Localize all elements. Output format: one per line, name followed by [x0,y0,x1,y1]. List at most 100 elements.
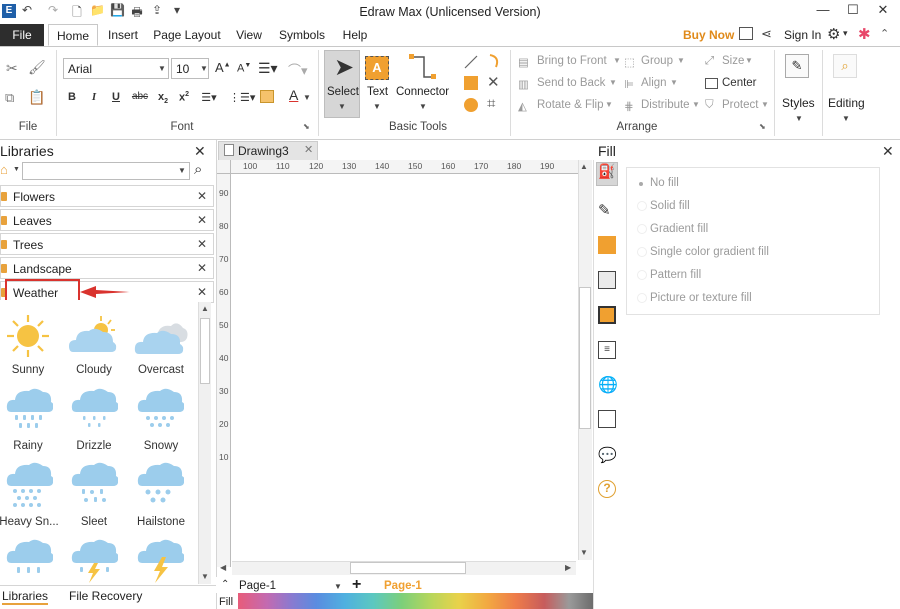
underline-icon[interactable]: U [108,91,124,103]
bring-to-front-icon[interactable]: ▤ [518,55,529,69]
image-icon[interactable] [598,271,616,289]
connector-dropdown-icon[interactable]: ▼ [419,102,427,111]
document-tab-close-icon[interactable]: ✕ [304,143,313,156]
library-scroll-thumb[interactable] [200,318,210,384]
font-color-icon[interactable]: A [289,87,298,103]
align-dropdown-icon[interactable]: ▼ [670,78,678,87]
library-category-flowers[interactable]: Flowers ✕ [0,185,214,207]
rainy-icon[interactable] [5,386,53,434]
libraries-home-dropdown-icon[interactable]: ▼ [13,166,20,173]
shadow-icon[interactable] [598,236,616,254]
share-icon[interactable]: ⋖ [761,26,772,42]
tab-page-layout[interactable]: Page Layout [151,24,223,46]
gradient-fill-radio[interactable] [637,224,647,234]
line-tool-icon[interactable] [463,54,479,70]
delete-point-icon[interactable]: ✕ [487,73,500,91]
tab-insert[interactable]: Insert [101,24,145,46]
ellipse-tool-icon[interactable] [464,98,478,112]
minimize-button[interactable]: — [808,2,838,20]
close-category-icon[interactable]: ✕ [197,285,207,299]
lightning-icon[interactable] [136,537,184,583]
settings-dropdown-icon[interactable]: ▾ [843,28,848,39]
size-icon[interactable]: ⤢ [705,55,714,68]
send-to-back-icon[interactable]: ▥ [518,77,529,91]
fill-option-picture-texture[interactable]: Picture or texture fill [650,292,752,304]
fill-option-no-fill[interactable]: No fill [650,177,679,189]
crop-tool-icon[interactable]: ⌗ [487,95,495,112]
line-spacing-icon[interactable]: ☰▾ [198,91,220,104]
arrange-dialog-launcher-icon[interactable]: ⬊ [759,122,766,131]
picture-fill-radio[interactable] [637,293,647,303]
format-painter-icon[interactable]: 🖌 [28,59,46,76]
library-search-input[interactable] [22,162,190,180]
solid-fill-radio[interactable] [637,201,647,211]
bold-icon[interactable]: B [64,91,80,103]
group-icon[interactable]: ⬚ [624,55,635,69]
group-dropdown-icon[interactable]: ▼ [677,56,685,65]
library-search-dropdown-icon[interactable]: ▼ [178,166,186,175]
cut-icon[interactable]: ✂ [6,60,18,77]
subscript-icon[interactable]: x2 [155,91,171,105]
file-recovery-tab[interactable]: File Recovery [69,589,142,603]
center-icon[interactable] [705,78,718,89]
single-color-gradient-radio[interactable] [637,247,647,257]
library-scroll-down-icon[interactable]: ▼ [201,572,209,581]
canvas-scroll-left-icon[interactable]: ◀ [220,563,226,572]
font-color-dropdown-icon[interactable]: ▼ [303,93,311,102]
canvas-hscroll-thumb[interactable] [350,562,466,574]
protect-button[interactable]: Protect [722,99,758,111]
page-selector-dropdown-icon[interactable]: ▼ [334,582,342,591]
font-dialog-launcher-icon[interactable]: ⬊ [303,122,310,131]
fill-option-pattern-fill[interactable]: Pattern fill [650,269,701,281]
sleet-icon[interactable] [70,460,118,510]
superscript-icon[interactable]: x2 [176,91,192,104]
rectangle-tool-icon[interactable] [464,76,478,90]
maximize-button[interactable]: ☐ [838,2,868,20]
text-tool-label[interactable]: Text [367,86,388,98]
hailstone-icon[interactable] [136,460,184,510]
group-button[interactable]: Group [641,55,673,67]
connector-tool-icon[interactable] [408,53,438,83]
snowy-icon[interactable] [136,386,184,434]
font-size-dropdown-icon[interactable]: ▼ [200,64,208,73]
layers-icon[interactable] [598,306,616,324]
canvas-vscroll-thumb[interactable] [579,287,591,429]
bullets-icon[interactable]: ⋮☰▾ [229,91,255,104]
rotate-flip-dropdown-icon[interactable]: ▼ [605,100,613,109]
thunder-rain-icon[interactable] [5,537,53,583]
file-menu-button[interactable]: File [0,24,44,46]
close-category-icon[interactable]: ✕ [197,261,207,275]
sign-in-link[interactable]: Sign In [784,28,821,42]
editing-dropdown-icon[interactable]: ▼ [842,114,850,123]
styles-button[interactable]: Styles [782,96,815,110]
library-category-leaves[interactable]: Leaves ✕ [0,209,214,231]
thunderstorm-icon[interactable] [70,537,118,583]
close-category-icon[interactable]: ✕ [197,237,207,251]
libraries-bottom-tab[interactable]: Libraries [2,589,49,605]
close-category-icon[interactable]: ✕ [197,189,207,203]
close-button[interactable]: ✕ [868,2,898,20]
sunny-icon[interactable] [6,314,50,358]
color-palette-bar[interactable] [238,593,594,609]
pattern-fill-radio[interactable] [637,270,647,280]
paragraph-align-icon[interactable]: ☰▾ [258,60,278,77]
comment-icon[interactable]: 💬 [598,446,617,464]
library-scroll-up-icon[interactable]: ▲ [201,304,209,313]
text-dropdown-icon[interactable]: ▼ [373,102,381,111]
fill-bucket-icon[interactable]: ⛽ [596,162,618,186]
font-name-dropdown-icon[interactable]: ▼ [158,64,166,73]
styles-icon[interactable]: ✎ [785,54,809,78]
copy-icon[interactable]: ⧉ [5,90,14,106]
distribute-icon[interactable]: ⋕ [624,99,634,113]
drawing-canvas[interactable] [232,175,578,567]
center-button[interactable]: Center [722,77,757,89]
canvas-scroll-down-icon[interactable]: ▼ [580,548,588,557]
attachment-icon[interactable] [598,410,616,428]
drizzle-icon[interactable] [70,386,118,434]
add-page-icon[interactable]: + [352,576,361,594]
account-icon[interactable] [739,27,753,40]
tab-view[interactable]: View [231,24,267,46]
editing-button[interactable]: Editing [828,96,865,110]
bring-to-front-dropdown-icon[interactable]: ▼ [613,56,621,65]
tab-symbols[interactable]: Symbols [275,24,329,46]
